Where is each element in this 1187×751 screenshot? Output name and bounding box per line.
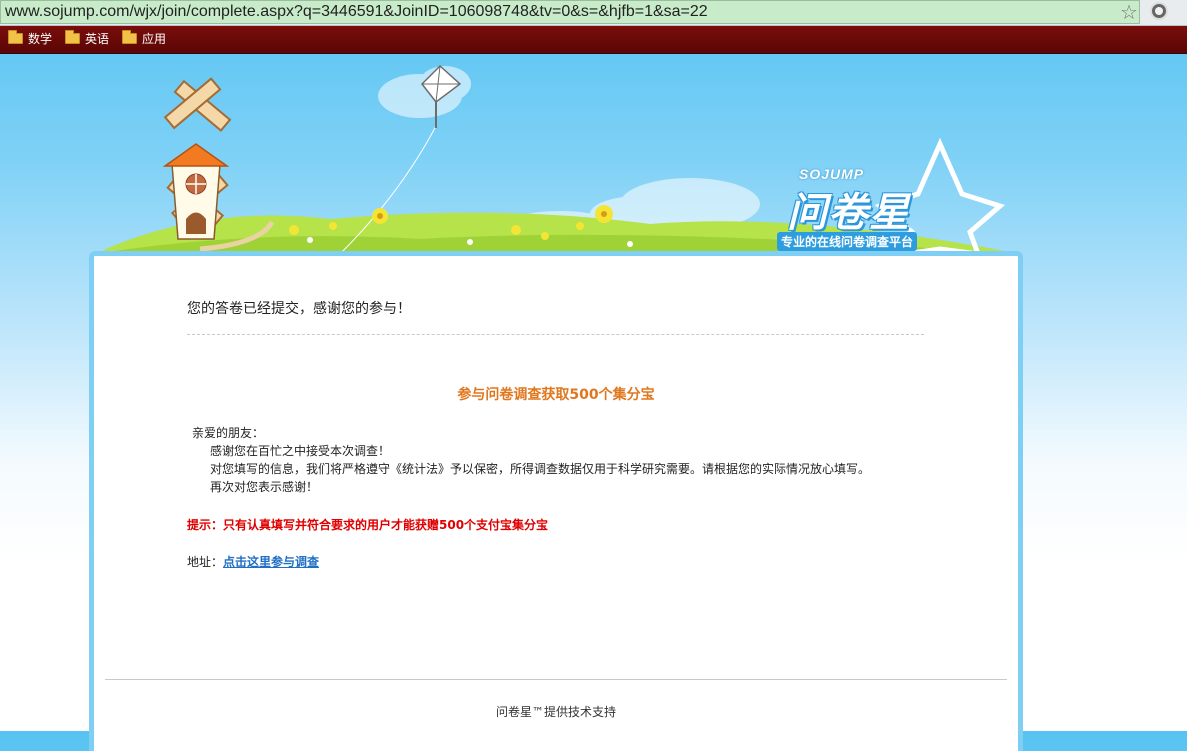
letter-greeting: 亲爱的朋友：	[192, 426, 265, 440]
thank-you-letter: 亲爱的朋友： 感谢您在百忙之中接受本次调查！ 对您填写的信息，我们将严格遵守《统…	[192, 424, 870, 496]
tip-notice: 提示：只有认真填写并符合要求的用户才能获赠500个支付宝集分宝	[187, 518, 549, 532]
bookmark-label: 数学	[28, 32, 53, 46]
extension-icon[interactable]	[1150, 2, 1168, 20]
survey-address: 地址：点击这里参与调查	[187, 553, 319, 570]
banner-illustration	[95, 64, 1010, 254]
folder-icon	[8, 30, 23, 44]
bookmark-label: 英语	[85, 32, 110, 46]
footer-credit: 问卷星™提供技术支持	[495, 705, 616, 719]
header-banner: SOJUMP 问卷星 专业的在线问卷调查平台	[0, 54, 1187, 254]
content-card: 您的答卷已经提交，感谢您的参与！ 参与问卷调查获取500个集分宝 亲爱的朋友： …	[89, 251, 1023, 751]
submission-message: 您的答卷已经提交，感谢您的参与！	[187, 301, 411, 317]
survey-link[interactable]: 点击这里参与调查	[223, 555, 319, 569]
logo-chinese: 问卷星	[787, 190, 910, 236]
address-bar[interactable]: www.sojump.com/wjx/join/complete.aspx?q=…	[0, 0, 1140, 24]
address-label: 地址：	[187, 555, 224, 569]
promo-title: 参与问卷调查获取500个集分宝	[457, 387, 655, 403]
letter-line: 感谢您在百忙之中接受本次调查！	[210, 444, 391, 458]
divider	[187, 334, 924, 335]
bookmark-apps[interactable]: 应用	[122, 30, 166, 49]
logo-slogan: 专业的在线问卷调查平台	[777, 232, 918, 251]
folder-icon	[65, 30, 80, 44]
bookmark-label: 应用	[142, 32, 167, 46]
bookmark-english[interactable]: 英语	[65, 30, 109, 49]
sojump-logo: SOJUMP 问卷星 专业的在线问卷调查平台	[775, 166, 975, 256]
browser-toolbar: www.sojump.com/wjx/join/complete.aspx?q=…	[0, 0, 1187, 26]
bookmark-star-icon[interactable]: ☆	[1118, 1, 1140, 23]
letter-line: 对您填写的信息，我们将严格遵守《统计法》予以保密，所得调查数据仅用于科学研究需要…	[210, 462, 871, 476]
letter-line: 再次对您表示感谢！	[210, 480, 319, 494]
windmill-icon	[162, 77, 232, 240]
bookmark-math[interactable]: 数学	[8, 30, 52, 49]
footer-divider	[105, 679, 1007, 680]
folder-icon	[122, 30, 137, 44]
bookmarks-bar: 数学 英语 应用	[0, 26, 1187, 54]
